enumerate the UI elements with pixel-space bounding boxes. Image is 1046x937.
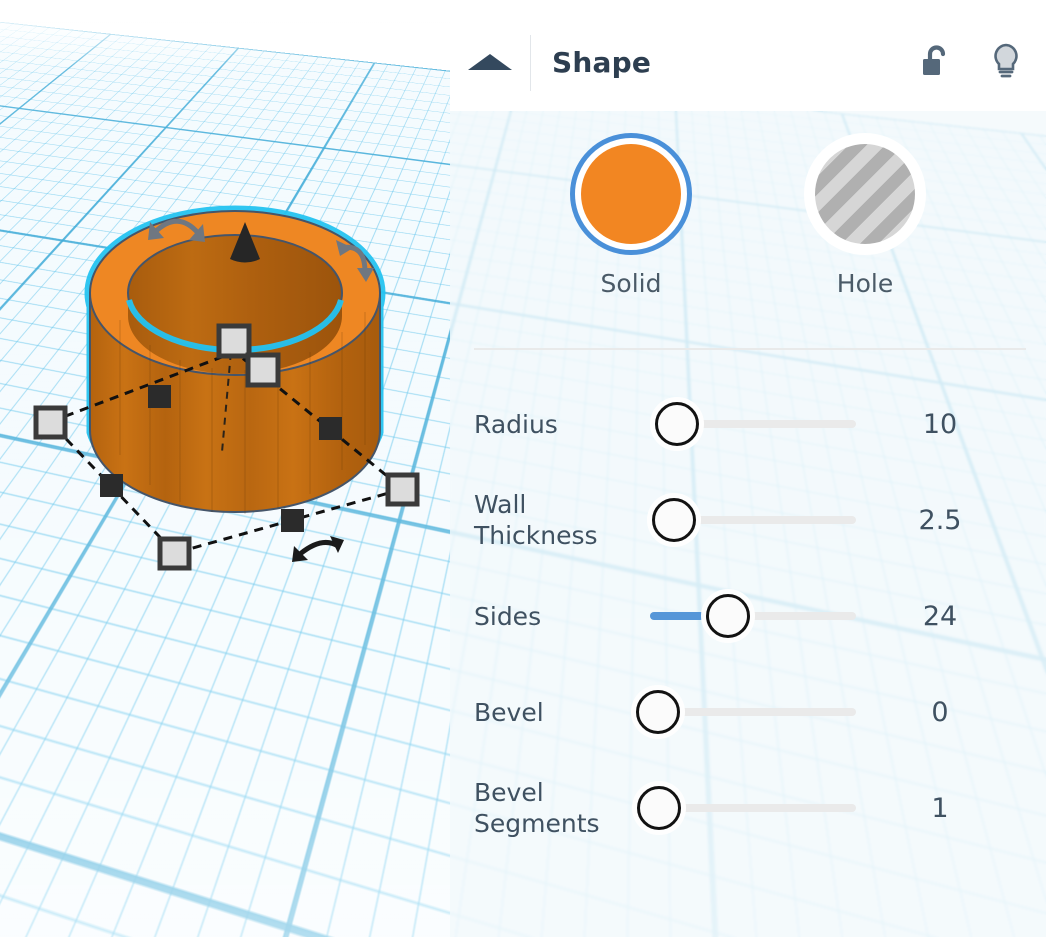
handle-corner-bottom[interactable]: [157, 536, 192, 571]
handle-edge-sw[interactable]: [100, 474, 123, 497]
handle-corner-right[interactable]: [385, 472, 420, 507]
slider-value-wall-thickness[interactable]: 2.5: [880, 505, 1000, 536]
shape-mode-selector: Solid Hole: [450, 133, 1046, 298]
unlock-button[interactable]: [914, 34, 958, 90]
mode-option-solid[interactable]: Solid: [556, 133, 706, 298]
slider-sides[interactable]: [650, 594, 856, 638]
mode-label-solid: Solid: [600, 269, 662, 298]
slider-knob-sides[interactable]: [706, 594, 750, 638]
solid-swatch-ring: [570, 133, 692, 255]
panel-body: Solid Hole Radius 10 Wall Thickness 2.5 …: [450, 111, 1046, 937]
slider-knob-radius[interactable]: [655, 402, 699, 446]
slider-track[interactable]: [650, 708, 856, 716]
slider-label-sides: Sides: [474, 601, 542, 631]
handle-edge-se[interactable]: [281, 509, 304, 532]
collapse-panel-button[interactable]: [450, 13, 530, 111]
panel-header: Shape: [450, 13, 1046, 111]
handle-top-a[interactable]: [216, 323, 252, 359]
slider-label-bevel-segments: Bevel Segments: [474, 778, 600, 838]
slider-knob-bevel[interactable]: [636, 690, 680, 734]
handle-top-b[interactable]: [245, 352, 281, 388]
header-divider: [530, 35, 531, 91]
slider-label-wall-thickness: Wall Thickness: [474, 490, 598, 550]
tinkercad-editor: Shape Solid Hole Radius 10 Wall Thicknes…: [0, 0, 1046, 937]
mode-label-hole: Hole: [836, 269, 894, 298]
slider-bevel-segments[interactable]: [637, 786, 856, 830]
slider-knob-bevel-segments[interactable]: [637, 786, 681, 830]
hole-swatch-icon: [815, 144, 915, 244]
handle-corner-left[interactable]: [33, 405, 68, 440]
slider-radius[interactable]: [650, 402, 856, 446]
triangle-up-icon: [468, 54, 512, 70]
handle-edge-ne[interactable]: [319, 417, 342, 440]
hole-swatch-ring: [804, 133, 926, 255]
slider-knob-wall-thickness[interactable]: [652, 498, 696, 542]
slider-value-sides[interactable]: 24: [880, 601, 1000, 632]
handle-edge-nw[interactable]: [148, 385, 171, 408]
slider-row-bevel-segments: Bevel Segments 1: [450, 760, 1046, 856]
slider-fill: [650, 612, 704, 620]
slider-wall-thickness[interactable]: [650, 498, 856, 542]
rotate-handle-bottom[interactable]: [292, 536, 344, 562]
slider-bevel[interactable]: [636, 690, 856, 734]
panel-title: Shape: [552, 45, 652, 79]
slider-row-sides: Sides 24: [450, 568, 1046, 664]
solid-swatch-icon: [581, 144, 681, 244]
slider-label-radius: Radius: [474, 409, 558, 439]
light-toggle-button[interactable]: [984, 34, 1028, 90]
slider-label-bevel: Bevel: [474, 697, 544, 727]
section-divider: [474, 348, 1026, 350]
slider-value-bevel[interactable]: 0: [880, 697, 1000, 728]
slider-row-radius: Radius 10: [450, 376, 1046, 472]
mode-option-hole[interactable]: Hole: [790, 133, 940, 298]
slider-row-wall-thickness: Wall Thickness 2.5: [450, 472, 1046, 568]
unlock-icon: [923, 45, 946, 75]
lightbulb-icon: [994, 43, 1018, 78]
slider-row-bevel: Bevel 0: [450, 664, 1046, 760]
slider-value-radius[interactable]: 10: [880, 409, 1000, 440]
shape-parameter-list: Radius 10 Wall Thickness 2.5 Sides 24 Be…: [450, 376, 1046, 856]
header-icon-group: [914, 13, 1028, 111]
shape-inspector-panel: Shape Solid Hole Radius 10 Wall Thicknes…: [450, 13, 1046, 937]
slider-value-bevel-segments[interactable]: 1: [880, 793, 1000, 824]
